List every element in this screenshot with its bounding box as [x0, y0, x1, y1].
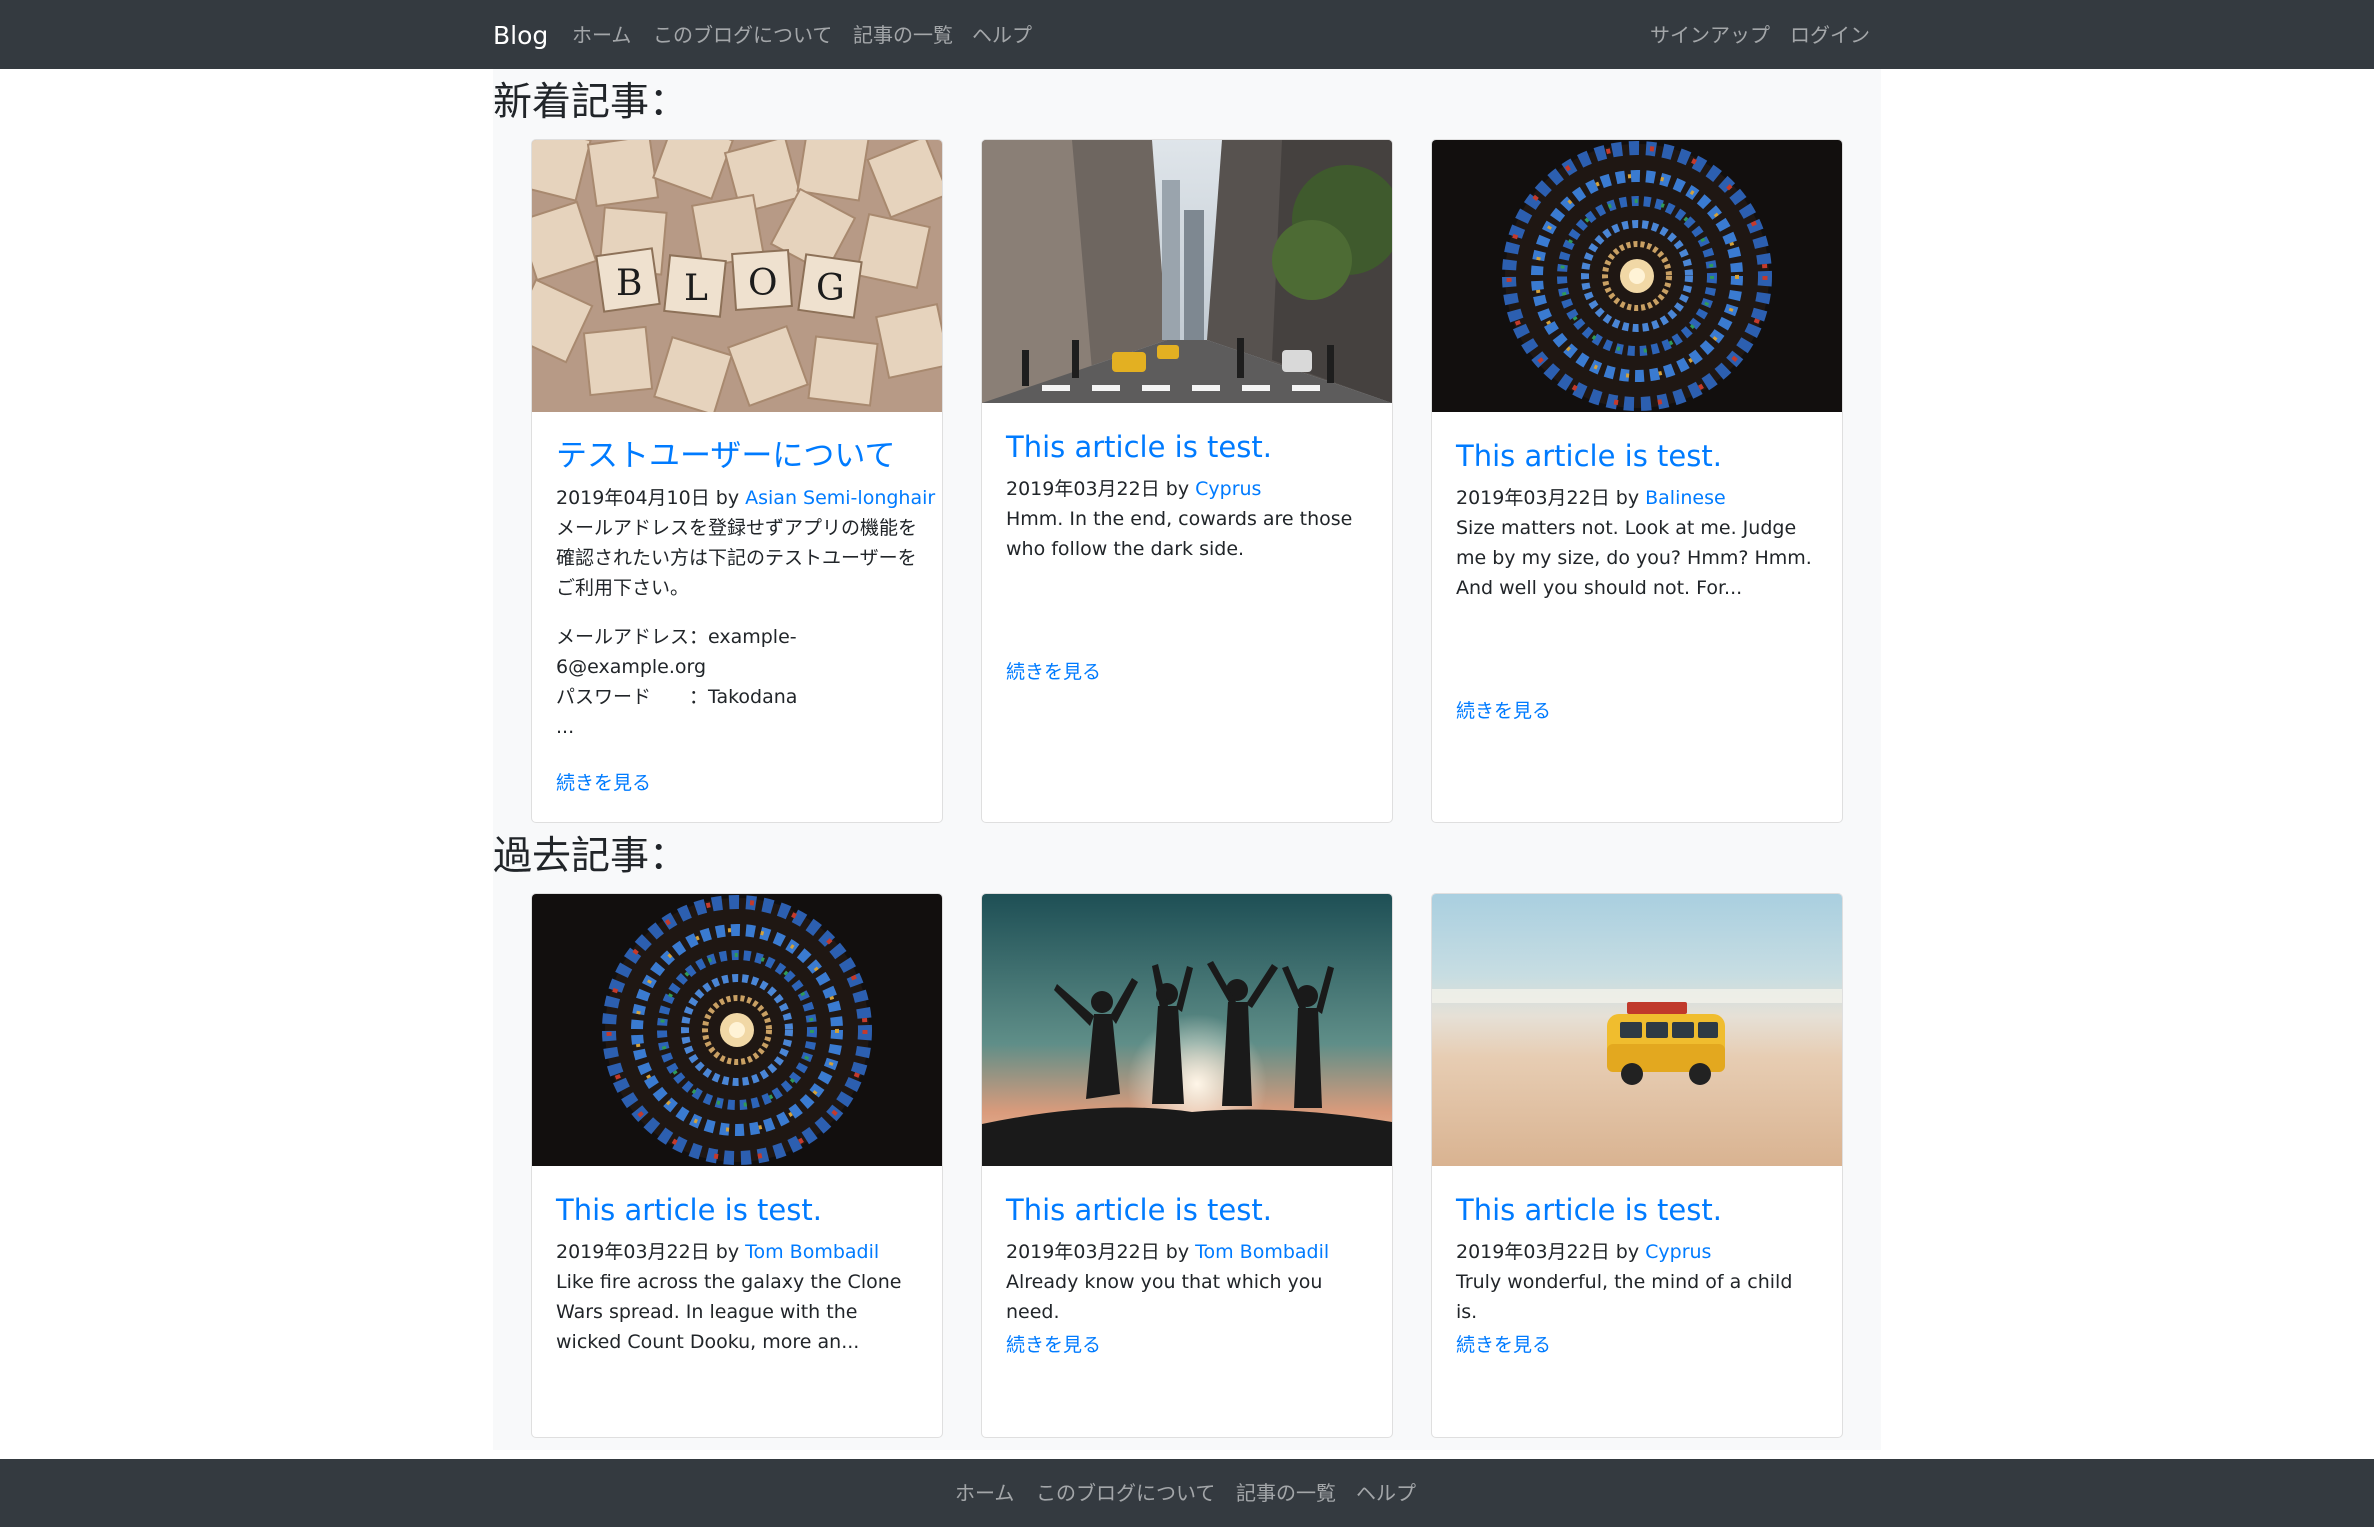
- author-link[interactable]: Cyprus: [1645, 1241, 1711, 1263]
- nav-signup-link[interactable]: サインアップ: [1650, 19, 1770, 51]
- toy-van-beach-image: [1432, 894, 1842, 1166]
- article-date: 2019年03月22日: [1006, 1241, 1160, 1263]
- article-title-link[interactable]: This article is test.: [1006, 1191, 1368, 1229]
- by-label: by: [1165, 1241, 1190, 1263]
- footer-help-link[interactable]: ヘルプ: [1356, 1477, 1416, 1509]
- main-container: 新着記事： B L O G テストユーザーについて 2019年04月10日 by…: [493, 69, 1881, 1450]
- excerpt-line: ...: [556, 716, 575, 738]
- excerpt-line: パスワード ：Takodana: [556, 686, 798, 708]
- footer-articles-link[interactable]: 記事の一覧: [1236, 1477, 1336, 1509]
- article-excerpt: Truly wonderful, the mind of a child is.: [1456, 1271, 1793, 1323]
- by-label: by: [715, 487, 740, 509]
- article-title-link[interactable]: This article is test.: [556, 1191, 918, 1229]
- card-body: テストユーザーについて 2019年04月10日 by Asian Semi-lo…: [556, 437, 935, 742]
- by-label: by: [1615, 1241, 1640, 1263]
- article-meta: 2019年03月22日 by Tom Bombadil: [1006, 1237, 1368, 1267]
- footer-nav: ホーム このブログについて 記事の一覧 ヘルプ: [0, 1459, 2374, 1527]
- svg-text:B: B: [616, 263, 642, 304]
- author-link[interactable]: Cyprus: [1195, 478, 1261, 500]
- article-meta: 2019年03月22日 by Cyprus: [1456, 1237, 1818, 1267]
- read-more-link[interactable]: 続きを見る: [1006, 657, 1101, 687]
- nav-articles-link[interactable]: 記事の一覧: [853, 19, 953, 51]
- nav-about-link[interactable]: このブログについて: [653, 19, 832, 51]
- article-excerpt: Size matters not. Look at me. Judge me b…: [1456, 517, 1812, 599]
- city-street-image: [982, 140, 1392, 403]
- footer-home-link[interactable]: ホーム: [955, 1477, 1014, 1509]
- author-link[interactable]: Balinese: [1645, 487, 1726, 509]
- nav-home-link[interactable]: ホーム: [572, 19, 631, 51]
- silhouettes-sunset-image: [982, 894, 1392, 1166]
- article-title-link[interactable]: This article is test.: [1456, 1191, 1818, 1229]
- author-link[interactable]: Asian Semi-longhair: [745, 487, 935, 509]
- article-date: 2019年03月22日: [556, 1241, 710, 1263]
- article-card: B L O G テストユーザーについて 2019年04月10日 by Asian…: [531, 139, 943, 823]
- article-date: 2019年03月22日: [1456, 487, 1610, 509]
- nav-login-link[interactable]: ログイン: [1790, 19, 1870, 51]
- article-card: This article is test. 2019年03月22日 by Tom…: [981, 893, 1393, 1438]
- excerpt-line: 6@example.org: [556, 656, 707, 678]
- svg-text:G: G: [816, 268, 845, 309]
- article-title-link[interactable]: This article is test.: [1006, 428, 1368, 466]
- card-image-toy-van[interactable]: [1432, 894, 1842, 1166]
- by-label: by: [1165, 478, 1190, 500]
- article-date: 2019年04月10日: [556, 487, 710, 509]
- past-articles-heading: 過去記事：: [493, 834, 689, 879]
- footer-about-link[interactable]: このブログについて: [1036, 1477, 1215, 1509]
- top-navbar: Blog ホーム このブログについて 記事の一覧 ヘルプ サインアップ ログイン: [0, 0, 2374, 69]
- card-body: This article is test. 2019年03月22日 by Bal…: [1456, 437, 1818, 603]
- read-more-link[interactable]: 続きを見る: [556, 768, 651, 798]
- article-card: This article is test. 2019年03月22日 by Cyp…: [1431, 893, 1843, 1438]
- read-more-link[interactable]: 続きを見る: [1456, 696, 1551, 726]
- card-body: This article is test. 2019年03月22日 by Tom…: [556, 1191, 918, 1357]
- by-label: by: [715, 1241, 740, 1263]
- stained-glass-image: [1432, 140, 1842, 412]
- article-card: This article is test. 2019年03月22日 by Cyp…: [981, 139, 1393, 823]
- article-card: This article is test. 2019年03月22日 by Bal…: [1431, 139, 1843, 823]
- recent-articles-heading: 新着記事：: [493, 80, 689, 125]
- svg-text:O: O: [748, 263, 778, 304]
- brand-link[interactable]: Blog: [493, 19, 548, 53]
- excerpt-paragraph: メールアドレスを登録せずアプリの機能を確認されたい方は下記のテストユーザーをご利…: [556, 517, 918, 599]
- scrabble-tiles-image: B L O G: [532, 140, 942, 412]
- article-title-link[interactable]: This article is test.: [1456, 437, 1818, 475]
- by-label: by: [1615, 487, 1640, 509]
- author-link[interactable]: Tom Bombadil: [1195, 1241, 1329, 1263]
- card-body: This article is test. 2019年03月22日 by Cyp…: [1006, 428, 1368, 564]
- article-meta: 2019年03月22日 by Tom Bombadil: [556, 1237, 918, 1267]
- card-body: This article is test. 2019年03月22日 by Cyp…: [1456, 1191, 1818, 1327]
- article-date: 2019年03月22日: [1006, 478, 1160, 500]
- article-meta: 2019年04月10日 by Asian Semi-longhair: [556, 483, 935, 513]
- nav-help-link[interactable]: ヘルプ: [972, 19, 1032, 51]
- article-excerpt: Already know you that which you need.: [1006, 1271, 1323, 1323]
- article-title-link[interactable]: テストユーザーについて: [556, 437, 918, 475]
- article-meta: 2019年03月22日 by Balinese: [1456, 483, 1818, 513]
- excerpt-line: メールアドレス：example-: [556, 626, 797, 648]
- svg-text:L: L: [684, 268, 708, 309]
- article-excerpt: Hmm. In the end, cowards are those who f…: [1006, 508, 1353, 560]
- card-image-scrabble[interactable]: B L O G: [532, 140, 942, 412]
- stained-glass-image: [532, 894, 942, 1166]
- card-image-silhouettes[interactable]: [982, 894, 1392, 1166]
- article-excerpt: Like fire across the galaxy the Clone Wa…: [556, 1271, 902, 1353]
- read-more-link[interactable]: 続きを見る: [1006, 1330, 1101, 1360]
- card-image-stained-glass[interactable]: [1432, 140, 1842, 412]
- article-card: This article is test. 2019年03月22日 by Tom…: [531, 893, 943, 1438]
- read-more-link[interactable]: 続きを見る: [1456, 1330, 1551, 1360]
- article-meta: 2019年03月22日 by Cyprus: [1006, 474, 1368, 504]
- author-link[interactable]: Tom Bombadil: [745, 1241, 879, 1263]
- article-date: 2019年03月22日: [1456, 1241, 1610, 1263]
- card-image-stained-glass[interactable]: [532, 894, 942, 1166]
- card-image-city[interactable]: [982, 140, 1392, 403]
- article-excerpt: メールアドレスを登録せずアプリの機能を確認されたい方は下記のテストユーザーをご利…: [556, 513, 918, 742]
- card-body: This article is test. 2019年03月22日 by Tom…: [1006, 1191, 1368, 1327]
